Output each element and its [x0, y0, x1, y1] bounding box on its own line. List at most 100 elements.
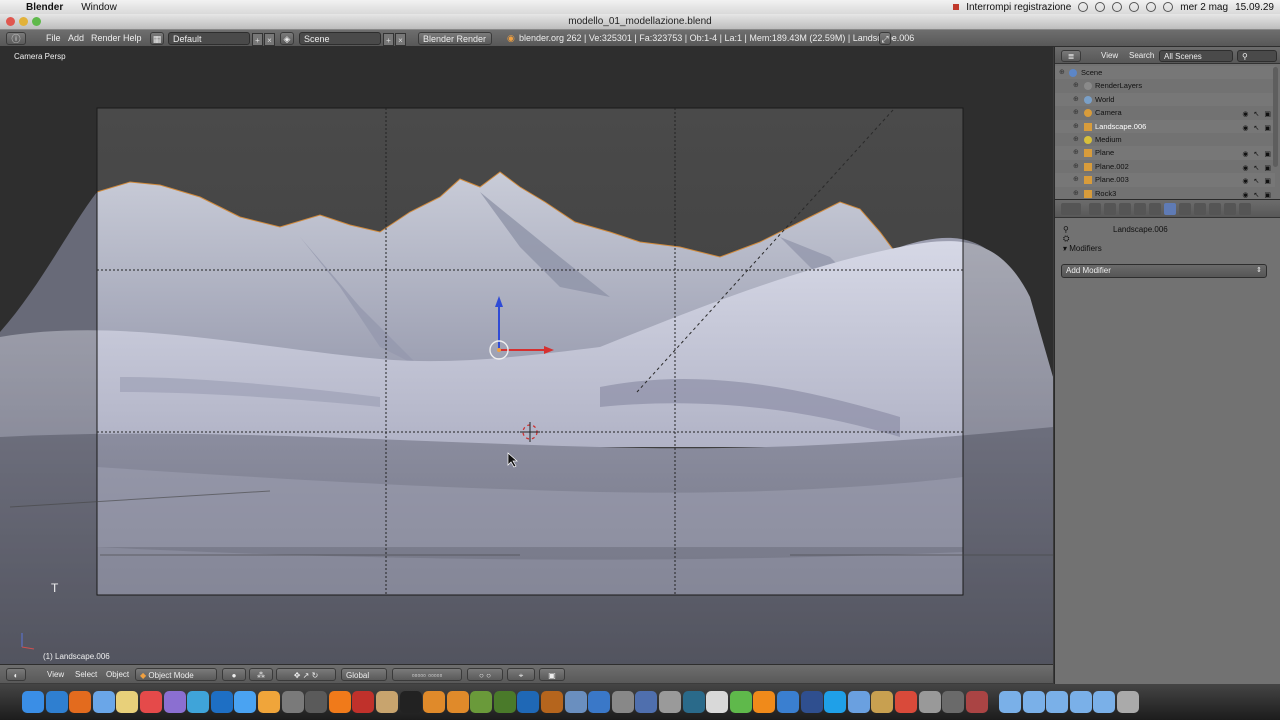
pdf-icon[interactable]: [894, 691, 917, 713]
finder-icon[interactable]: [22, 691, 44, 713]
editor-icon[interactable]: [470, 691, 493, 713]
skype-icon[interactable]: [824, 691, 847, 713]
cone-icon[interactable]: [753, 691, 776, 713]
photoshop-icon[interactable]: [517, 691, 540, 713]
quicktime-icon[interactable]: [210, 691, 233, 713]
chart-icon[interactable]: [777, 691, 799, 713]
itunes-icon[interactable]: [234, 691, 257, 713]
mail-icon[interactable]: [92, 691, 115, 713]
document-icon[interactable]: [706, 691, 729, 713]
grapher-icon[interactable]: [800, 691, 823, 713]
scene-field[interactable]: Scene: [299, 32, 381, 45]
render-tab-icon[interactable]: [1089, 203, 1101, 215]
filezilla-icon[interactable]: [352, 691, 375, 713]
globe-icon[interactable]: [588, 691, 611, 713]
screen-layout-field[interactable]: Default: [168, 32, 250, 45]
photo-icon[interactable]: [163, 691, 186, 713]
scene-tab-icon[interactable]: [1104, 203, 1116, 215]
snap-buttons[interactable]: ⌖: [507, 668, 535, 681]
battery-icon[interactable]: [1163, 2, 1174, 12]
material-tab-icon[interactable]: [1194, 203, 1206, 215]
texture-tab-icon[interactable]: [1209, 203, 1221, 215]
fullscreen-icon[interactable]: ⤢: [879, 32, 891, 45]
particles-tab-icon[interactable]: [1224, 203, 1236, 215]
view-menu[interactable]: View: [47, 668, 64, 681]
tool-icon[interactable]: [942, 691, 965, 713]
add-scene-button[interactable]: +: [383, 33, 394, 46]
outliner-editor-icon[interactable]: ≣: [1061, 50, 1081, 62]
cube-icon[interactable]: [729, 691, 752, 713]
outliner-item[interactable]: ⊕ Scene: [1055, 66, 1275, 80]
expand-icon[interactable]: ⊕: [1073, 146, 1079, 159]
outliner-view-menu[interactable]: View: [1101, 50, 1118, 62]
folder-icon[interactable]: [1093, 691, 1116, 713]
expand-icon[interactable]: ⊕: [1073, 93, 1079, 106]
outliner-item[interactable]: ⊕ World: [1055, 92, 1275, 107]
folder-icon[interactable]: [1069, 691, 1092, 713]
firefox-icon[interactable]: [69, 691, 92, 713]
outliner-item[interactable]: ⊕ Landscape.006 ◉ ↖ ▣: [1055, 119, 1275, 133]
world-tab-icon[interactable]: [1119, 203, 1131, 215]
window-menu[interactable]: Window: [73, 2, 125, 13]
status-icon[interactable]: [1095, 2, 1106, 12]
data-tab-icon[interactable]: [1179, 203, 1191, 215]
preview-icon[interactable]: [187, 691, 210, 713]
render-preview-buttons[interactable]: ▣: [539, 668, 565, 681]
expand-icon[interactable]: ⊕: [1073, 106, 1079, 119]
editor-type-button[interactable]: ⓘ: [6, 32, 26, 45]
expand-icon[interactable]: ⊕: [1073, 160, 1079, 173]
object-tab-icon[interactable]: [1134, 203, 1146, 215]
volume-icon[interactable]: [1129, 2, 1140, 12]
add-modifier-button[interactable]: Add Modifier ⇕: [1061, 264, 1267, 278]
render-menu[interactable]: Render: [91, 32, 121, 45]
photos-icon[interactable]: [257, 691, 280, 713]
expand-icon[interactable]: ⊕: [1073, 173, 1079, 186]
recording-status[interactable]: Interrompi registrazione: [966, 2, 1071, 13]
archive-icon[interactable]: [871, 691, 894, 713]
outliner-scrollbar[interactable]: [1273, 67, 1278, 167]
terminal-icon[interactable]: [399, 691, 422, 713]
font-icon[interactable]: [281, 691, 304, 713]
mode-select[interactable]: ◆ Object Mode: [135, 668, 217, 681]
outliner-item[interactable]: ⊕ Medium: [1055, 132, 1275, 147]
disk-utility-icon[interactable]: [659, 691, 682, 713]
folder-icon[interactable]: [1022, 691, 1045, 713]
lock-icon[interactable]: [965, 691, 988, 713]
render-engine-select[interactable]: Blender Render: [418, 32, 492, 45]
viewport-scene[interactable]: [0, 47, 1053, 664]
layer-buttons[interactable]: ▫▫▫▫▫ ▫▫▫▫▫: [392, 668, 462, 681]
3d-viewport[interactable]: Camera Persp T (1) Landscape.006: [0, 47, 1053, 664]
shading-select[interactable]: ●: [222, 668, 246, 681]
outliner-item[interactable]: ⊕ Plane.002 ◉ ↖ ▣: [1055, 159, 1275, 174]
outliner-item[interactable]: ⊕ Plane ◉ ↖ ▣: [1055, 146, 1275, 160]
blender-icon[interactable]: [423, 691, 446, 713]
pivot-select[interactable]: ⁂: [249, 668, 273, 681]
help-menu[interactable]: Help: [123, 32, 142, 45]
outliner-filter-select[interactable]: All Scenes: [1159, 50, 1233, 62]
ship-icon[interactable]: [635, 691, 658, 713]
editor-icon[interactable]: [493, 691, 516, 713]
blender-icon[interactable]: [446, 691, 469, 713]
gear-icon[interactable]: [611, 691, 634, 713]
expand-icon[interactable]: ⊕: [1073, 133, 1079, 146]
physics-tab-icon[interactable]: [1239, 203, 1251, 215]
time-machine-icon[interactable]: [682, 691, 705, 713]
vlc-icon[interactable]: [328, 691, 351, 713]
expand-icon[interactable]: ⊕: [1059, 66, 1065, 79]
app-store-icon[interactable]: [45, 691, 68, 713]
modifiers-panel-title[interactable]: ▾ Modifiers: [1063, 244, 1102, 253]
trash-icon[interactable]: [1116, 691, 1139, 713]
expand-icon[interactable]: ⊕: [1073, 187, 1079, 200]
app-menu[interactable]: Blender: [22, 2, 73, 13]
add-menu[interactable]: Add: [68, 32, 84, 45]
scene-icon[interactable]: ◈: [280, 32, 294, 45]
expand-icon[interactable]: ⊕: [1073, 79, 1079, 92]
timeline-icon[interactable]: [305, 691, 328, 713]
outliner-item[interactable]: ⊕ RenderLayers: [1055, 79, 1275, 93]
constraints-tab-icon[interactable]: [1149, 203, 1161, 215]
outliner-item[interactable]: ⊕ Camera ◉ ↖ ▣: [1055, 106, 1275, 120]
folder-icon[interactable]: [847, 691, 870, 713]
modifiers-tab-icon[interactable]: [1164, 203, 1176, 215]
orientation-select[interactable]: Global: [341, 668, 387, 681]
wifi-icon[interactable]: [1146, 2, 1157, 12]
